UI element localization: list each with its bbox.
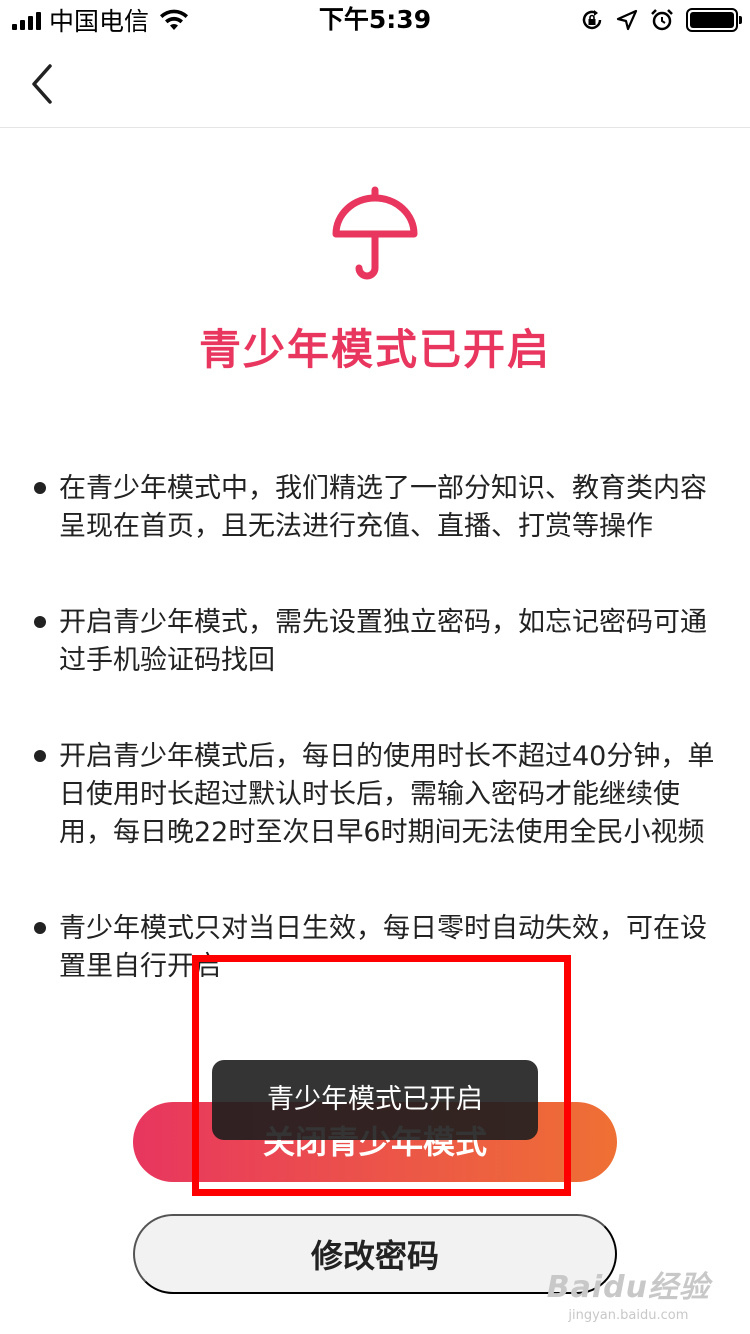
nav-bar [0,40,750,128]
umbrella-icon [332,186,418,280]
list-item: 开启青少年模式后，每日的使用时长不超过40分钟，单日使用时长超过默认时长后，需输… [34,738,724,852]
page-title: 青少年模式已开启 [198,325,551,374]
watermark-url: jingyan.baidu.com [568,1308,689,1323]
change-password-button[interactable]: 修改密码 [133,1214,617,1294]
watermark-logo: Baidu经验 [546,1270,710,1305]
highlight-box [192,955,571,1196]
info-list: 在青少年模式中，我们精选了一部分知识、教育类内容呈现在首页，且无法进行充值、直播… [34,470,724,986]
battery-icon [686,8,742,32]
alarm-icon [651,9,673,31]
list-item: 在青少年模式中，我们精选了一部分知识、教育类内容呈现在首页，且无法进行充值、直播… [34,470,724,546]
status-bar: 中国电信 下午5:39 [0,0,750,40]
orientation-lock-icon [582,10,602,30]
watermark: Baidu经验 jingyan.baidu.com [547,1262,710,1323]
list-item: 开启青少年模式，需先设置独立密码，如忘记密码可通过手机验证码找回 [34,604,724,680]
location-icon [616,9,638,31]
chevron-left-icon[interactable] [24,60,64,108]
status-right [580,4,742,36]
